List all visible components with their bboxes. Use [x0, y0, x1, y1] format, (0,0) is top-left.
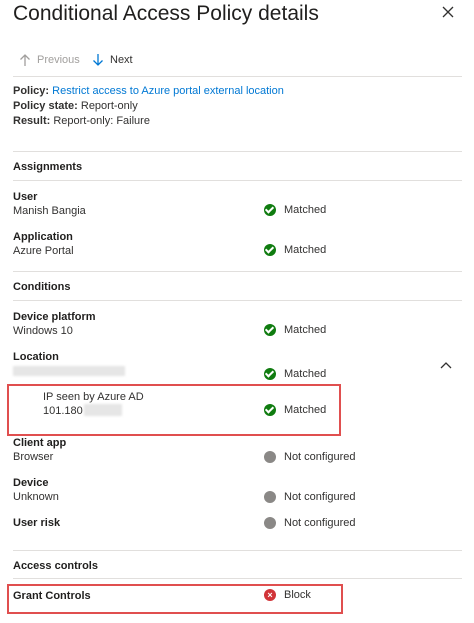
status-text: Matched [284, 324, 327, 336]
divider [13, 180, 462, 181]
next-label: Next [110, 54, 133, 66]
divider [13, 550, 462, 551]
grant-controls-label: Grant Controls [13, 590, 91, 602]
status-text: Matched [284, 368, 327, 380]
conditions-heading: Conditions [13, 281, 71, 293]
application-value: Azure Portal [13, 245, 74, 257]
divider [13, 271, 462, 272]
device-platform-label: Device platform [13, 311, 96, 323]
circle-icon [264, 491, 276, 503]
divider [13, 300, 462, 301]
ip-status: Matched [264, 404, 326, 416]
client-app-value: Browser [13, 451, 54, 463]
check-circle-icon [264, 244, 276, 256]
redacted-ip [84, 404, 122, 416]
client-app-label: Client app [13, 437, 67, 449]
device-platform-value: Windows 10 [13, 325, 73, 337]
result-row: Result: Report-only: Failure [13, 115, 150, 127]
circle-icon [264, 451, 276, 463]
check-circle-icon [264, 404, 276, 416]
status-text: Matched [284, 204, 327, 216]
result-value: Report-only: Failure [53, 115, 150, 127]
policy-state-row: Policy state: Report-only [13, 100, 138, 112]
error-circle-icon: × [264, 589, 276, 601]
divider [13, 151, 462, 152]
access-controls-heading: Access controls [13, 560, 98, 572]
arrow-up-icon [20, 54, 30, 66]
location-status: Matched [264, 368, 326, 380]
panel-title: Conditional Access Policy details [13, 2, 319, 25]
status-text: Not configured [284, 451, 356, 463]
check-circle-icon [264, 368, 276, 380]
location-label: Location [13, 351, 59, 363]
status-text: Block [284, 589, 311, 601]
policy-row: Policy: Restrict access to Azure portal … [13, 85, 284, 97]
client-app-status: Not configured [264, 451, 356, 463]
policy-label: Policy: [13, 85, 50, 97]
arrow-down-icon [93, 54, 103, 66]
policy-state-value: Report-only [80, 100, 138, 112]
status-text: Matched [284, 244, 327, 256]
device-label: Device [13, 477, 49, 489]
device-platform-status: Matched [264, 324, 326, 336]
close-icon[interactable] [440, 4, 456, 20]
user-label: User [13, 191, 38, 203]
device-value: Unknown [13, 491, 59, 503]
divider [13, 76, 462, 77]
policy-link[interactable]: Restrict access to Azure portal external… [52, 85, 284, 97]
ip-label: IP seen by Azure AD [43, 391, 144, 403]
user-value: Manish Bangia [13, 205, 86, 217]
divider [13, 578, 462, 579]
check-circle-icon [264, 324, 276, 336]
application-label: Application [13, 231, 73, 243]
user-risk-status: Not configured [264, 517, 356, 529]
redacted-location [13, 366, 125, 376]
chevron-up-icon[interactable] [440, 360, 452, 370]
status-text: Matched [284, 404, 327, 416]
policy-state-label: Policy state: [13, 100, 78, 112]
next-button[interactable]: Next [92, 53, 133, 67]
previous-label: Previous [37, 54, 80, 66]
device-status: Not configured [264, 491, 356, 503]
grant-controls-status: × Block [264, 589, 311, 601]
circle-icon [264, 517, 276, 529]
check-circle-icon [264, 204, 276, 216]
status-text: Not configured [284, 491, 356, 503]
status-text: Not configured [284, 517, 356, 529]
ip-value: 101.180 [43, 405, 83, 417]
application-status: Matched [264, 244, 326, 256]
user-risk-label: User risk [13, 517, 61, 529]
user-status: Matched [264, 204, 326, 216]
previous-button[interactable]: Previous [19, 53, 80, 67]
result-label: Result: [13, 115, 51, 127]
assignments-heading: Assignments [13, 161, 83, 173]
